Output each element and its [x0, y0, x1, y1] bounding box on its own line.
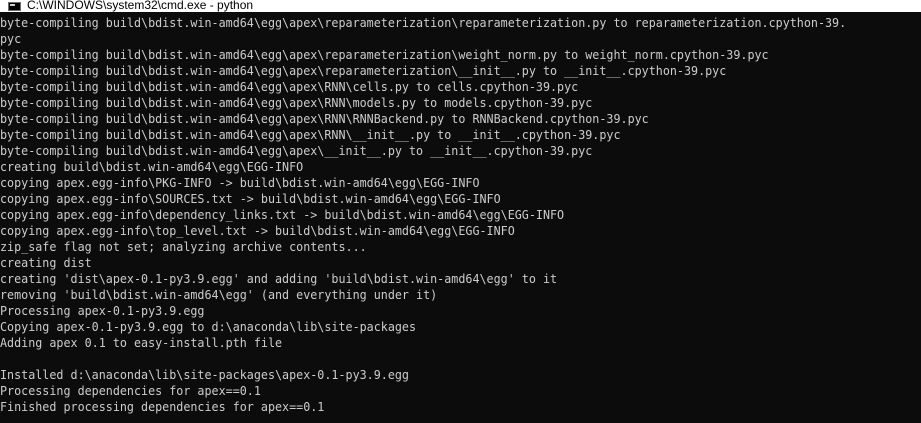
- console-line: byte-compiling build\bdist.win-amd64\egg…: [0, 143, 593, 158]
- console-line: Installed d:\anaconda\lib\site-packages\…: [0, 367, 409, 382]
- console-line: byte-compiling build\bdist.win-amd64\egg…: [0, 95, 593, 110]
- console-line: byte-compiling build\bdist.win-amd64\egg…: [0, 111, 649, 126]
- console-line: Processing dependencies for apex==0.1: [0, 383, 261, 398]
- window-title: C:\WINDOWS\system32\cmd.exe - python: [27, 0, 254, 12]
- console-line: byte-compiling build\bdist.win-amd64\egg…: [0, 127, 621, 142]
- console-line: byte-compiling build\bdist.win-amd64\egg…: [0, 63, 727, 78]
- cmd-window: C:\WINDOWS\system32\cmd.exe - python byt…: [0, 0, 921, 423]
- console-line: Processing apex-0.1-py3.9.egg: [0, 303, 205, 318]
- console-line: removing 'build\bdist.win-amd64\egg' (an…: [0, 287, 438, 302]
- console-line: creating 'dist\apex-0.1-py3.9.egg' and a…: [0, 271, 558, 286]
- console-output[interactable]: byte-compiling build\bdist.win-amd64\egg…: [0, 15, 921, 423]
- cmd-icon[interactable]: [8, 1, 21, 11]
- title-bar[interactable]: C:\WINDOWS\system32\cmd.exe - python: [0, 0, 921, 12]
- console-line: Copying apex-0.1-py3.9.egg to d:\anacond…: [0, 319, 417, 334]
- console-line: byte-compiling build\bdist.win-amd64\egg…: [0, 47, 769, 62]
- console-line: copying apex.egg-info\SOURCES.txt -> bui…: [0, 191, 501, 206]
- console-line: Finished processing dependencies for ape…: [0, 399, 325, 414]
- console-line: copying apex.egg-info\top_level.txt -> b…: [0, 223, 515, 238]
- console-line: zip_safe flag not set; analyzing archive…: [0, 239, 367, 254]
- console-line: creating build\bdist.win-amd64\egg\EGG-I…: [0, 159, 304, 174]
- console-line: pyc: [0, 31, 22, 46]
- console-line: copying apex.egg-info\dependency_links.t…: [0, 207, 565, 222]
- console-line: byte-compiling build\bdist.win-amd64\egg…: [0, 15, 847, 30]
- console-line: copying apex.egg-info\PKG-INFO -> build\…: [0, 175, 480, 190]
- console-line: Adding apex 0.1 to easy-install.pth file: [0, 335, 283, 350]
- console-line: creating dist: [0, 255, 92, 270]
- console-line: byte-compiling build\bdist.win-amd64\egg…: [0, 79, 579, 94]
